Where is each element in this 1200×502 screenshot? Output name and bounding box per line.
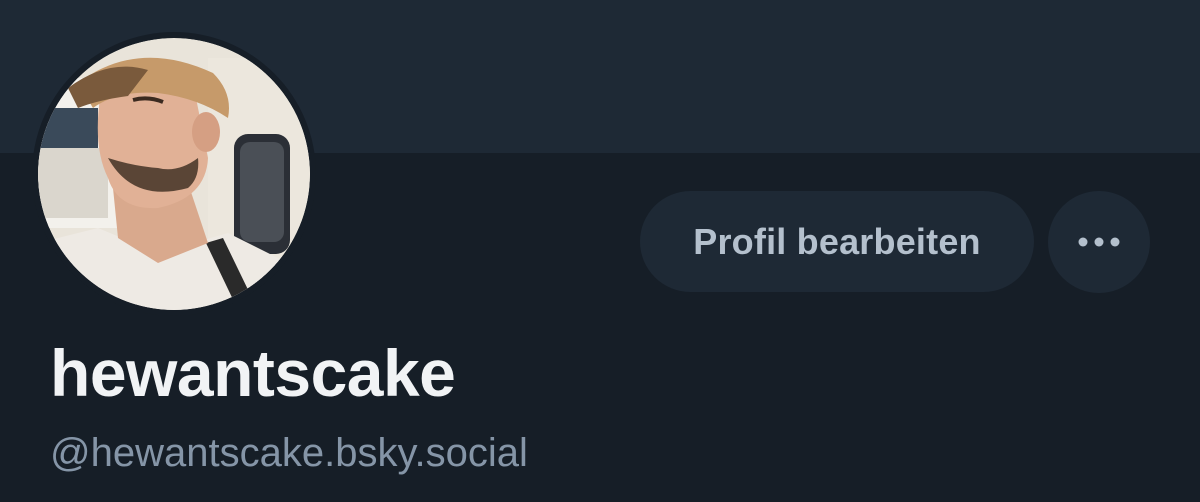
edit-profile-button[interactable]: Profil bearbeiten <box>640 191 1034 292</box>
display-name: hewantscake <box>50 336 456 410</box>
avatar-photo <box>38 38 310 310</box>
ellipsis-icon <box>1078 237 1120 247</box>
more-options-button[interactable] <box>1048 191 1150 293</box>
avatar[interactable] <box>32 32 316 316</box>
profile-handle: @hewantscake.bsky.social <box>50 431 528 475</box>
